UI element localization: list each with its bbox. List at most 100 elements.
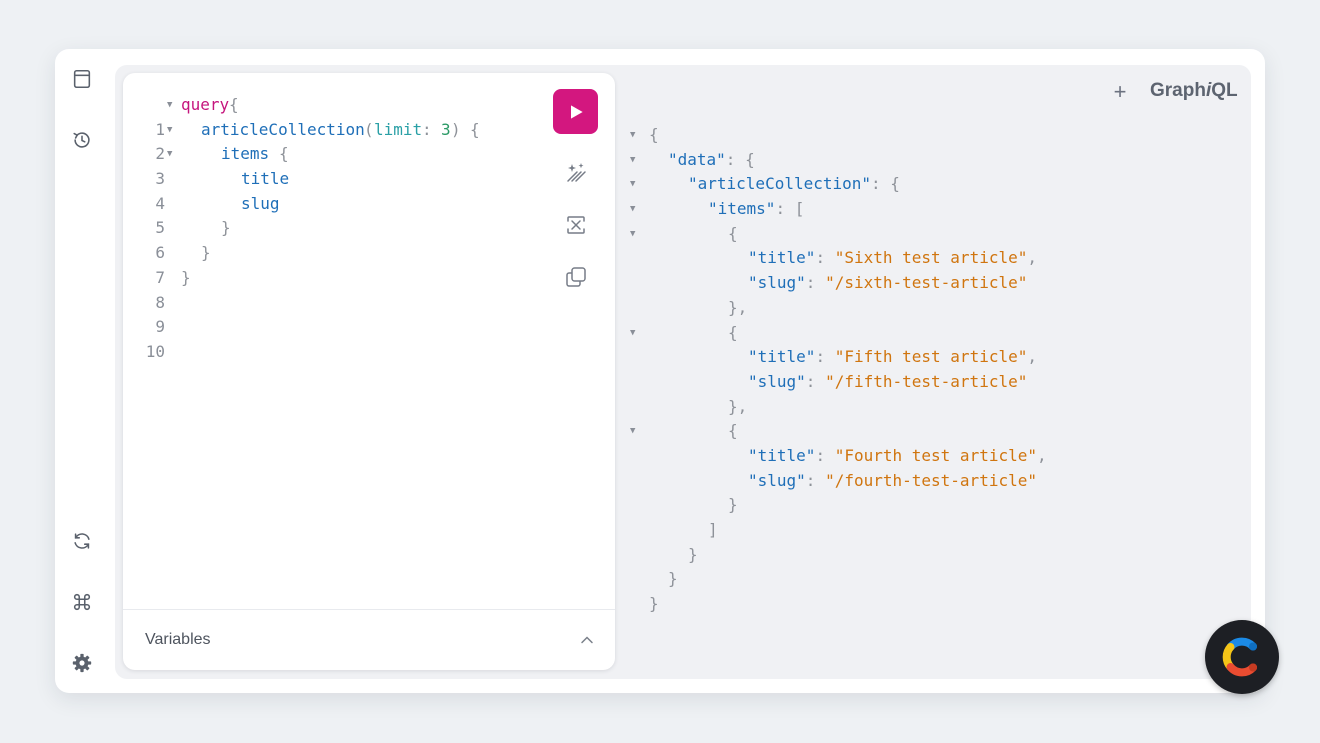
fold-arrow[interactable]: ▼: [630, 148, 635, 173]
result-viewer: ▼ { ▼ "data": { ▼ "articleCollection": {…: [630, 123, 1047, 617]
merge-icon: [567, 216, 585, 234]
contentful-logo-icon: [1222, 637, 1257, 677]
command-icon: [73, 593, 91, 611]
json-string: "/fourth-test-article": [825, 470, 1037, 490]
json-entry: "articleCollection": {: [688, 174, 900, 194]
graphiql-logo: GraphiQL: [1150, 80, 1238, 102]
refresh-icon: [74, 533, 90, 549]
fold-arrow[interactable]: ▼: [630, 197, 635, 222]
code-token: items: [221, 144, 270, 164]
json-key: "title": [748, 347, 816, 367]
code-line: 8 }: [123, 266, 535, 312]
copy-query-button[interactable]: [562, 263, 590, 291]
code-token: articleCollection: [201, 119, 365, 139]
json-brace: {: [649, 125, 659, 144]
result-line: }: [630, 543, 698, 568]
code-line: 10: [123, 315, 535, 361]
code-line: 6 }: [123, 216, 535, 262]
variables-label: Variables: [145, 631, 211, 648]
result-line: "title": "Sixth test article",: [630, 246, 1037, 271]
query-code[interactable]: 1 ▼ query { 2 ▼ articleCollection ( limi…: [123, 93, 535, 361]
query-editor: 1 ▼ query { 2 ▼ articleCollection ( limi…: [123, 73, 615, 670]
json-string: "Fifth test article": [834, 347, 1028, 367]
json-entry: "title": "Sixth test article",: [748, 248, 1037, 268]
json-entry: "items": [: [708, 199, 805, 219]
json-key: "slug": [748, 371, 806, 391]
fold-arrow[interactable]: ▼: [630, 419, 635, 444]
play-icon: [570, 104, 583, 119]
code-line: 5 slug: [123, 192, 535, 238]
json-string: "Fourth test article": [834, 445, 1037, 465]
json-brace: },: [728, 297, 748, 317]
history-button[interactable]: [68, 126, 96, 154]
fold-arrow[interactable]: ▼: [630, 172, 635, 197]
result-line: ▼ {: [630, 321, 738, 346]
shortcuts-button[interactable]: [68, 588, 96, 616]
fold-arrow[interactable]: ▼: [167, 118, 172, 143]
prettify-button[interactable]: [562, 159, 590, 187]
code-token: slug: [241, 193, 280, 213]
brand-suffix: QL: [1211, 80, 1238, 101]
result-line: "slug": "/fourth-test-article": [630, 469, 1037, 494]
json-key: "title": [748, 248, 816, 268]
code-line: 9: [123, 291, 535, 336]
code-token: 3: [441, 119, 451, 139]
result-line: }: [630, 567, 688, 592]
json-entry: "data": {: [668, 149, 755, 169]
code-line: 1 ▼ query {: [123, 93, 535, 139]
json-brace: },: [728, 396, 748, 416]
add-tab-button[interactable]: +: [1110, 81, 1130, 103]
json-string: "/fifth-test-article": [825, 371, 1028, 391]
result-line: "slug": "/sixth-test-article": [630, 271, 1027, 296]
json-entry: "slug": "/fifth-test-article": [748, 371, 1028, 391]
json-key: "title": [748, 445, 816, 465]
json-brace: {: [728, 322, 738, 342]
copy-icon: [566, 267, 586, 287]
result-line: "title": "Fifth test article",: [630, 345, 1037, 370]
refresh-schema-button[interactable]: [68, 527, 96, 555]
fold-arrow[interactable]: ▼: [167, 93, 172, 118]
result-line: "slug": "/fifth-test-article": [630, 370, 1027, 395]
json-key: "data": [668, 149, 726, 169]
contentful-launcher-button[interactable]: [1205, 620, 1279, 694]
code-token: }: [181, 267, 191, 287]
json-entry: "title": "Fourth test article",: [748, 445, 1047, 465]
json-brace: }: [649, 594, 659, 614]
result-line: },: [630, 296, 747, 321]
code-token: (: [364, 119, 374, 139]
docs-button[interactable]: [68, 65, 96, 93]
settings-icon: [72, 653, 92, 673]
code-token: limit: [374, 119, 423, 139]
variables-toggle[interactable]: Variables: [123, 609, 615, 670]
code-token: }: [221, 218, 231, 238]
graphiql-window: 1 ▼ query { 2 ▼ articleCollection ( limi…: [55, 49, 1265, 693]
merge-fragments-button[interactable]: [562, 211, 590, 239]
result-line: ▼ "articleCollection": {: [630, 172, 900, 197]
json-entry: "title": "Fifth test article",: [748, 347, 1037, 367]
run-query-button[interactable]: [553, 89, 598, 134]
json-brace: }: [668, 569, 678, 589]
code-token: query: [181, 95, 230, 114]
json-brace: }: [688, 544, 698, 564]
code-line: 4 title: [123, 167, 535, 213]
fold-arrow[interactable]: ▼: [630, 123, 635, 148]
fold-arrow[interactable]: ▼: [630, 222, 635, 247]
brand-prefix: Graph: [1150, 80, 1206, 101]
code-token: {: [229, 95, 239, 114]
prettify-icon: [567, 163, 586, 182]
code-line: 7 }: [123, 241, 535, 287]
result-line: }: [630, 493, 738, 518]
code-token: :: [422, 119, 432, 139]
settings-button[interactable]: [68, 649, 96, 677]
json-brace: {: [728, 223, 738, 243]
code-token: }: [201, 243, 211, 263]
fold-arrow[interactable]: ▼: [167, 142, 172, 167]
code-token: title: [241, 169, 290, 189]
json-key: "slug": [748, 470, 806, 490]
result-line: "title": "Fourth test article",: [630, 444, 1047, 469]
fold-arrow[interactable]: ▼: [630, 321, 635, 346]
code-token: {: [470, 119, 480, 139]
result-line: },: [630, 395, 747, 420]
result-line: ▼ "items": [: [630, 197, 804, 222]
line-number: 10: [145, 341, 165, 361]
